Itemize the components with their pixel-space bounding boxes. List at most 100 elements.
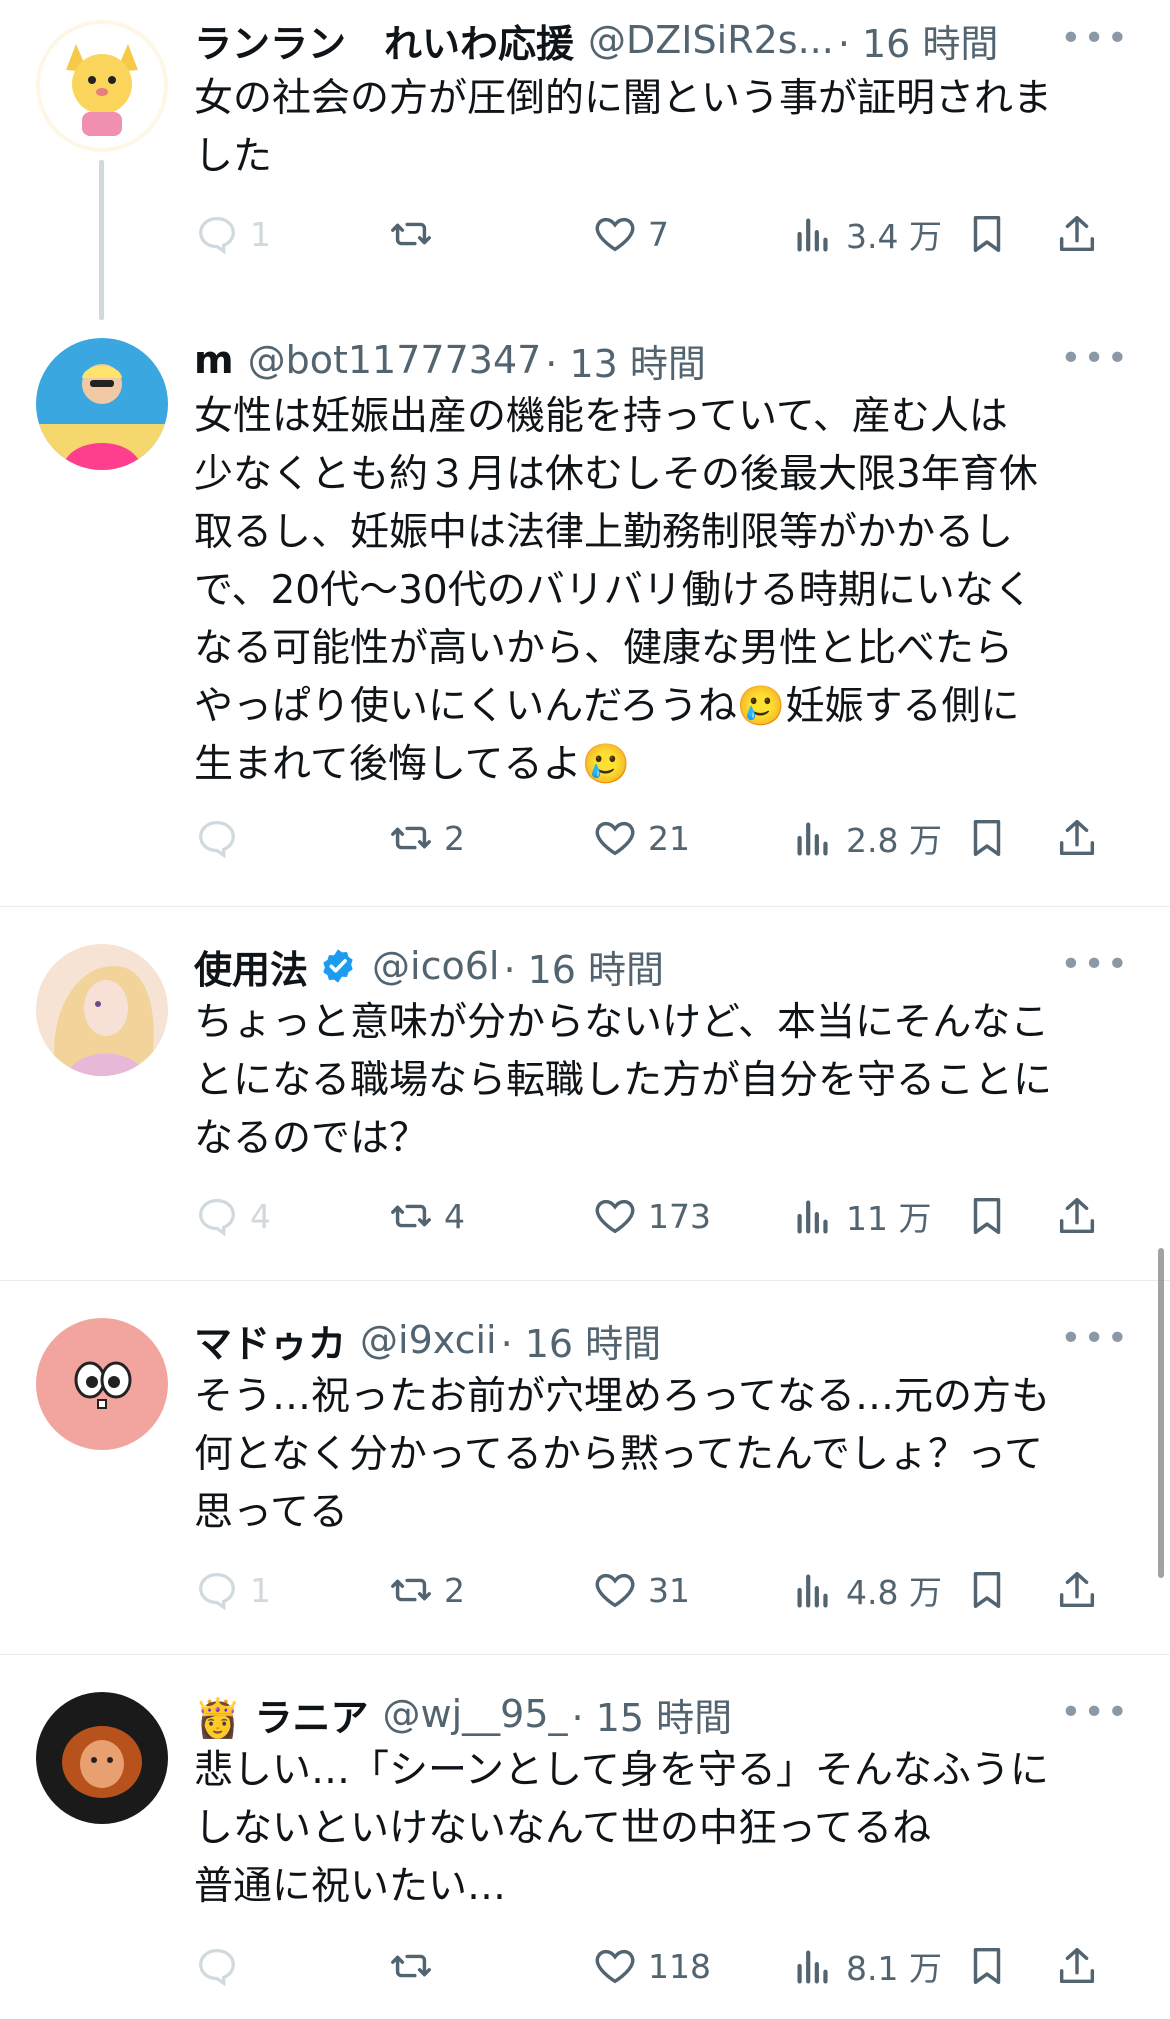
retweet-icon [391, 1954, 431, 1978]
retweet-icon [391, 1204, 431, 1228]
bookmark-button[interactable] [964, 1936, 1010, 1996]
views-icon [797, 1950, 828, 1984]
reply-count: 1 [250, 214, 271, 254]
views-icon [797, 822, 828, 856]
tweet-time[interactable]: · 16 時間 [838, 13, 999, 68]
like-button[interactable]: 118 [592, 1936, 711, 1996]
reply-button[interactable]: 1 [194, 204, 271, 264]
author-name[interactable]: ランラン れいわ応援 [194, 13, 574, 68]
like-count: 7 [648, 214, 669, 254]
heart-icon [595, 1573, 635, 1608]
views-button[interactable]: 11 万 [790, 1186, 931, 1246]
like-button[interactable]: 31 [592, 1560, 690, 1620]
more-options-icon[interactable]: ••• [1060, 944, 1130, 985]
reply-count: 1 [250, 1570, 271, 1610]
views-button[interactable]: 3.4 万 [790, 204, 942, 264]
scrollbar[interactable] [1158, 1248, 1164, 1578]
retweet-button[interactable] [388, 204, 444, 264]
reply-button[interactable]: 4 [194, 1186, 271, 1246]
like-button[interactable]: 173 [592, 1186, 711, 1246]
author-handle[interactable]: @i9xcii [360, 1318, 497, 1362]
retweet-button[interactable]: 4 [388, 1186, 465, 1246]
tweet-text: ちょっと意味が分からないけど、本当にそんなこ とになる職場なら転職した方が自分を… [194, 1000, 1053, 1161]
like-count: 31 [648, 1570, 690, 1610]
tweet-time[interactable]: · 15 時間 [572, 1687, 733, 1742]
author-name[interactable]: 使用法 [194, 939, 308, 994]
person-avatar-icon[interactable] [36, 338, 168, 470]
pink-face-avatar-icon[interactable] [36, 1318, 168, 1450]
share-button[interactable] [1054, 204, 1100, 264]
views-icon [797, 218, 828, 252]
bookmark-button[interactable] [964, 808, 1010, 868]
tweet-actions: 1 2 31 4.8 万 [194, 1560, 1134, 1620]
view-count: 3.4 万 [846, 217, 942, 256]
reply-icon [199, 1573, 235, 1611]
thread-line [99, 160, 104, 320]
anime-girl-avatar-icon[interactable] [36, 944, 168, 1076]
reply-button[interactable]: 1 [194, 1560, 271, 1620]
author-handle[interactable]: @wj__95_ [383, 1692, 568, 1736]
retweet-button[interactable]: 2 [388, 808, 465, 868]
reply-icon [199, 217, 235, 255]
tweet-actions: 2 21 2.8 万 [194, 808, 1134, 868]
more-options-icon[interactable]: ••• [1060, 18, 1130, 59]
share-icon [1059, 1197, 1095, 1234]
reply-button[interactable] [194, 1936, 250, 1996]
reply-icon [199, 1199, 235, 1237]
tweet-actions: 118 8.1 万 [194, 1936, 1134, 1996]
bookmark-icon [973, 1197, 1001, 1235]
reply-icon [199, 1949, 235, 1987]
author-handle[interactable]: @ico6l [372, 944, 499, 988]
share-icon [1059, 819, 1095, 856]
share-button[interactable] [1054, 808, 1100, 868]
bookmark-button[interactable] [964, 204, 1010, 264]
like-count: 118 [648, 1946, 711, 1986]
retweet-icon [391, 222, 431, 246]
retweet-count: 2 [444, 818, 465, 858]
share-icon [1059, 1571, 1095, 1608]
author-name[interactable]: 👸 ラニア [194, 1687, 369, 1742]
tweet-divider [0, 906, 1170, 907]
tweet-divider [0, 1280, 1170, 1281]
tweet-time[interactable]: · 16 時間 [501, 1313, 662, 1368]
bookmark-button[interactable] [964, 1560, 1010, 1620]
retweet-button[interactable] [388, 1936, 444, 1996]
bookmark-button[interactable] [964, 1186, 1010, 1246]
share-icon [1059, 215, 1095, 252]
share-button[interactable] [1054, 1560, 1100, 1620]
author-handle[interactable]: @DZISiR2s... [588, 18, 834, 62]
princess-avatar-icon[interactable] [36, 1692, 168, 1824]
retweet-count: 4 [444, 1196, 465, 1236]
view-count: 8.1 万 [846, 1949, 942, 1988]
view-count: 2.8 万 [846, 821, 942, 860]
more-options-icon[interactable]: ••• [1060, 338, 1130, 379]
more-options-icon[interactable]: ••• [1060, 1692, 1130, 1733]
retweet-count: 2 [444, 1570, 465, 1610]
heart-icon [595, 1199, 635, 1234]
views-button[interactable]: 4.8 万 [790, 1560, 942, 1620]
tweet-text: 女の社会の方が圧倒的に闇という事が証明されま した [194, 76, 1053, 179]
heart-icon [595, 1949, 635, 1984]
more-options-icon[interactable]: ••• [1060, 1318, 1130, 1359]
views-icon [797, 1574, 828, 1608]
like-button[interactable]: 7 [592, 204, 669, 264]
tweet-time[interactable]: · 13 時間 [545, 333, 706, 388]
author-name[interactable]: マドゥカ [194, 1313, 346, 1368]
like-button[interactable]: 21 [592, 808, 690, 868]
reply-button[interactable] [194, 808, 250, 868]
views-button[interactable]: 2.8 万 [790, 808, 942, 868]
view-count: 11 万 [846, 1199, 932, 1238]
share-button[interactable] [1054, 1936, 1100, 1996]
retweet-button[interactable]: 2 [388, 1560, 465, 1620]
share-button[interactable] [1054, 1186, 1100, 1246]
bookmark-icon [973, 215, 1001, 253]
tweet-actions: 1 7 3.4 万 [194, 204, 1134, 264]
retweet-icon [391, 1578, 431, 1602]
fox-avatar-icon[interactable] [36, 20, 168, 152]
views-button[interactable]: 8.1 万 [790, 1936, 942, 1996]
author-handle[interactable]: @bot11777347 [248, 338, 542, 382]
author-name[interactable]: m [194, 338, 234, 382]
bookmark-icon [973, 819, 1001, 857]
tweet-time[interactable]: · 16 時間 [503, 939, 664, 994]
retweet-icon [391, 826, 431, 850]
